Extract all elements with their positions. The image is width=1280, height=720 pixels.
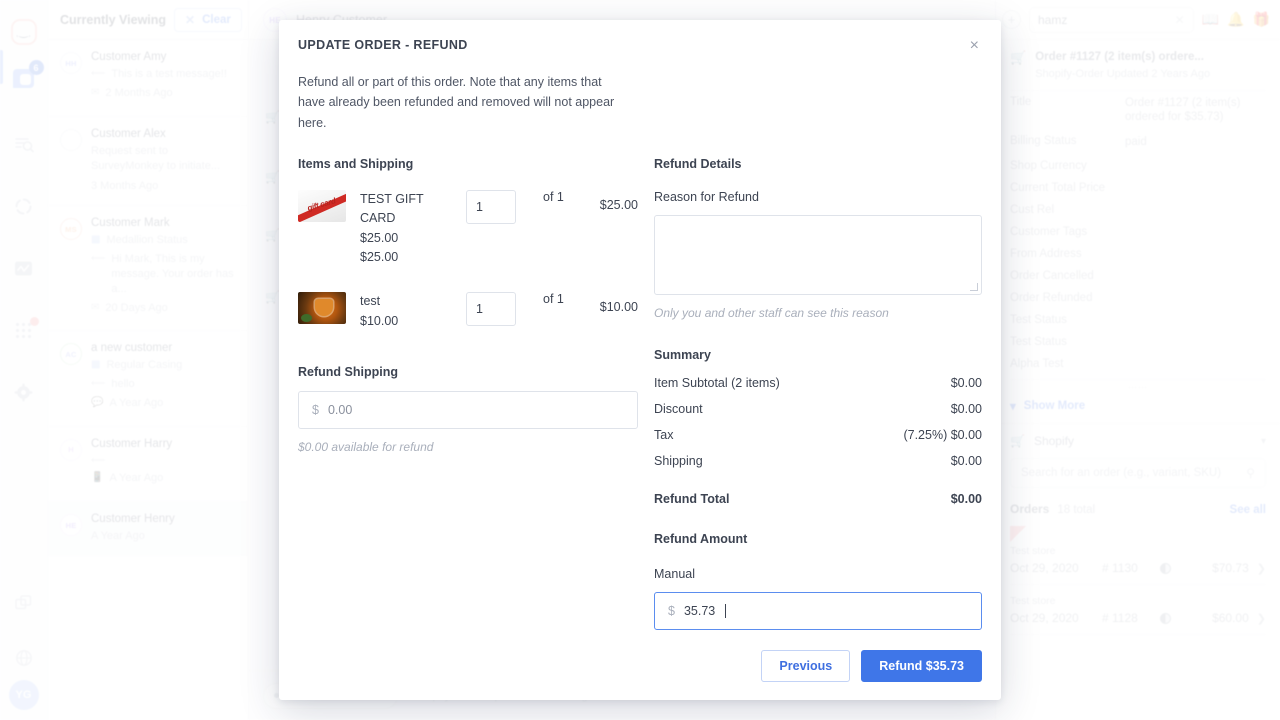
summary-group: Summary Item Subtotal (2 items) $0.00 Di… bbox=[654, 348, 982, 512]
product-thumbnail-test bbox=[298, 292, 346, 324]
summary-value: $0.00 bbox=[951, 454, 982, 468]
line-item-price-2: $25.00 bbox=[360, 248, 452, 267]
reason-textarea[interactable] bbox=[654, 215, 982, 295]
reason-label: Reason for Refund bbox=[654, 190, 982, 204]
refund-line-item: test $10.00 1 of 1 $10.00 bbox=[298, 292, 638, 331]
refund-total-value: $0.00 bbox=[951, 492, 982, 506]
refund-line-item: TEST GIFT CARD $25.00 $25.00 1 of 1 $25.… bbox=[298, 190, 638, 268]
line-item-price: $25.00 bbox=[360, 229, 452, 248]
refund-amount-group: Refund Amount Manual $ 35.73 $35.73 avai… bbox=[654, 532, 982, 635]
modal-title: UPDATE ORDER - REFUND bbox=[298, 38, 468, 52]
line-item-price: $10.00 bbox=[360, 312, 452, 331]
modal-header: UPDATE ORDER - REFUND × bbox=[279, 20, 1001, 54]
refund-modal: UPDATE ORDER - REFUND × Refund all or pa… bbox=[279, 20, 1001, 700]
summary-value: $0.00 bbox=[951, 376, 982, 390]
line-item-info: TEST GIFT CARD $25.00 $25.00 bbox=[360, 190, 452, 268]
reason-help: Only you and other staff can see this re… bbox=[654, 306, 982, 320]
product-thumbnail-gift-card bbox=[298, 190, 346, 222]
summary-row: Item Subtotal (2 items) $0.00 bbox=[654, 370, 982, 396]
previous-button[interactable]: Previous bbox=[761, 650, 850, 682]
modal-footer: Previous Refund $35.73 bbox=[279, 635, 1001, 700]
summary-heading: Summary bbox=[654, 348, 982, 362]
items-and-shipping-column: Items and Shipping TEST GIFT CARD $25.00… bbox=[298, 157, 638, 635]
refund-details-column: Refund Details Reason for Refund Only yo… bbox=[654, 157, 982, 635]
text-cursor bbox=[725, 604, 726, 618]
refund-button[interactable]: Refund $35.73 bbox=[861, 650, 982, 682]
currency-symbol: $ bbox=[312, 403, 319, 417]
quantity-input[interactable]: 1 bbox=[466, 190, 516, 224]
summary-row: Tax (7.25%) $0.00 bbox=[654, 422, 982, 448]
items-heading: Items and Shipping bbox=[298, 157, 638, 171]
refund-shipping-label: Refund Shipping bbox=[298, 365, 638, 379]
summary-value: $0.00 bbox=[951, 402, 982, 416]
close-icon[interactable]: × bbox=[968, 38, 981, 54]
refund-mode-label: Manual bbox=[654, 567, 982, 581]
line-item-name: TEST GIFT CARD bbox=[360, 190, 452, 229]
currency-symbol: $ bbox=[668, 604, 675, 618]
refund-shipping-help: $0.00 available for refund bbox=[298, 440, 638, 454]
summary-row: Shipping $0.00 bbox=[654, 448, 982, 474]
summary-label: Shipping bbox=[654, 454, 703, 468]
modal-body: Items and Shipping TEST GIFT CARD $25.00… bbox=[279, 133, 1001, 635]
line-item-info: test $10.00 bbox=[360, 292, 452, 331]
refund-amount-heading: Refund Amount bbox=[654, 532, 982, 546]
line-item-total: $10.00 bbox=[600, 292, 638, 314]
summary-value: (7.25%) $0.00 bbox=[903, 428, 982, 442]
refund-details-heading: Refund Details bbox=[654, 157, 982, 171]
refund-total-label: Refund Total bbox=[654, 492, 729, 506]
line-item-name: test bbox=[360, 292, 452, 311]
quantity-of-label: of 1 bbox=[543, 190, 564, 204]
summary-row: Discount $0.00 bbox=[654, 396, 982, 422]
line-item-total: $25.00 bbox=[600, 190, 638, 212]
app-root: ˌ‿ˌ 6 bbox=[0, 0, 1280, 720]
refund-shipping-input[interactable]: $ 0.00 bbox=[298, 391, 638, 429]
modal-description: Refund all or part of this order. Note t… bbox=[279, 54, 639, 133]
summary-label: Discount bbox=[654, 402, 703, 416]
quantity-of-label: of 1 bbox=[543, 292, 564, 306]
refund-amount-value: 35.73 bbox=[684, 604, 715, 618]
refund-amount-input[interactable]: $ 35.73 bbox=[654, 592, 982, 630]
refund-shipping-value: 0.00 bbox=[328, 403, 352, 417]
summary-label: Tax bbox=[654, 428, 673, 442]
refund-total-row: Refund Total $0.00 bbox=[654, 474, 982, 512]
quantity-input[interactable]: 1 bbox=[466, 292, 516, 326]
summary-label: Item Subtotal (2 items) bbox=[654, 376, 780, 390]
refund-shipping-group: Refund Shipping $ 0.00 $0.00 available f… bbox=[298, 365, 638, 454]
